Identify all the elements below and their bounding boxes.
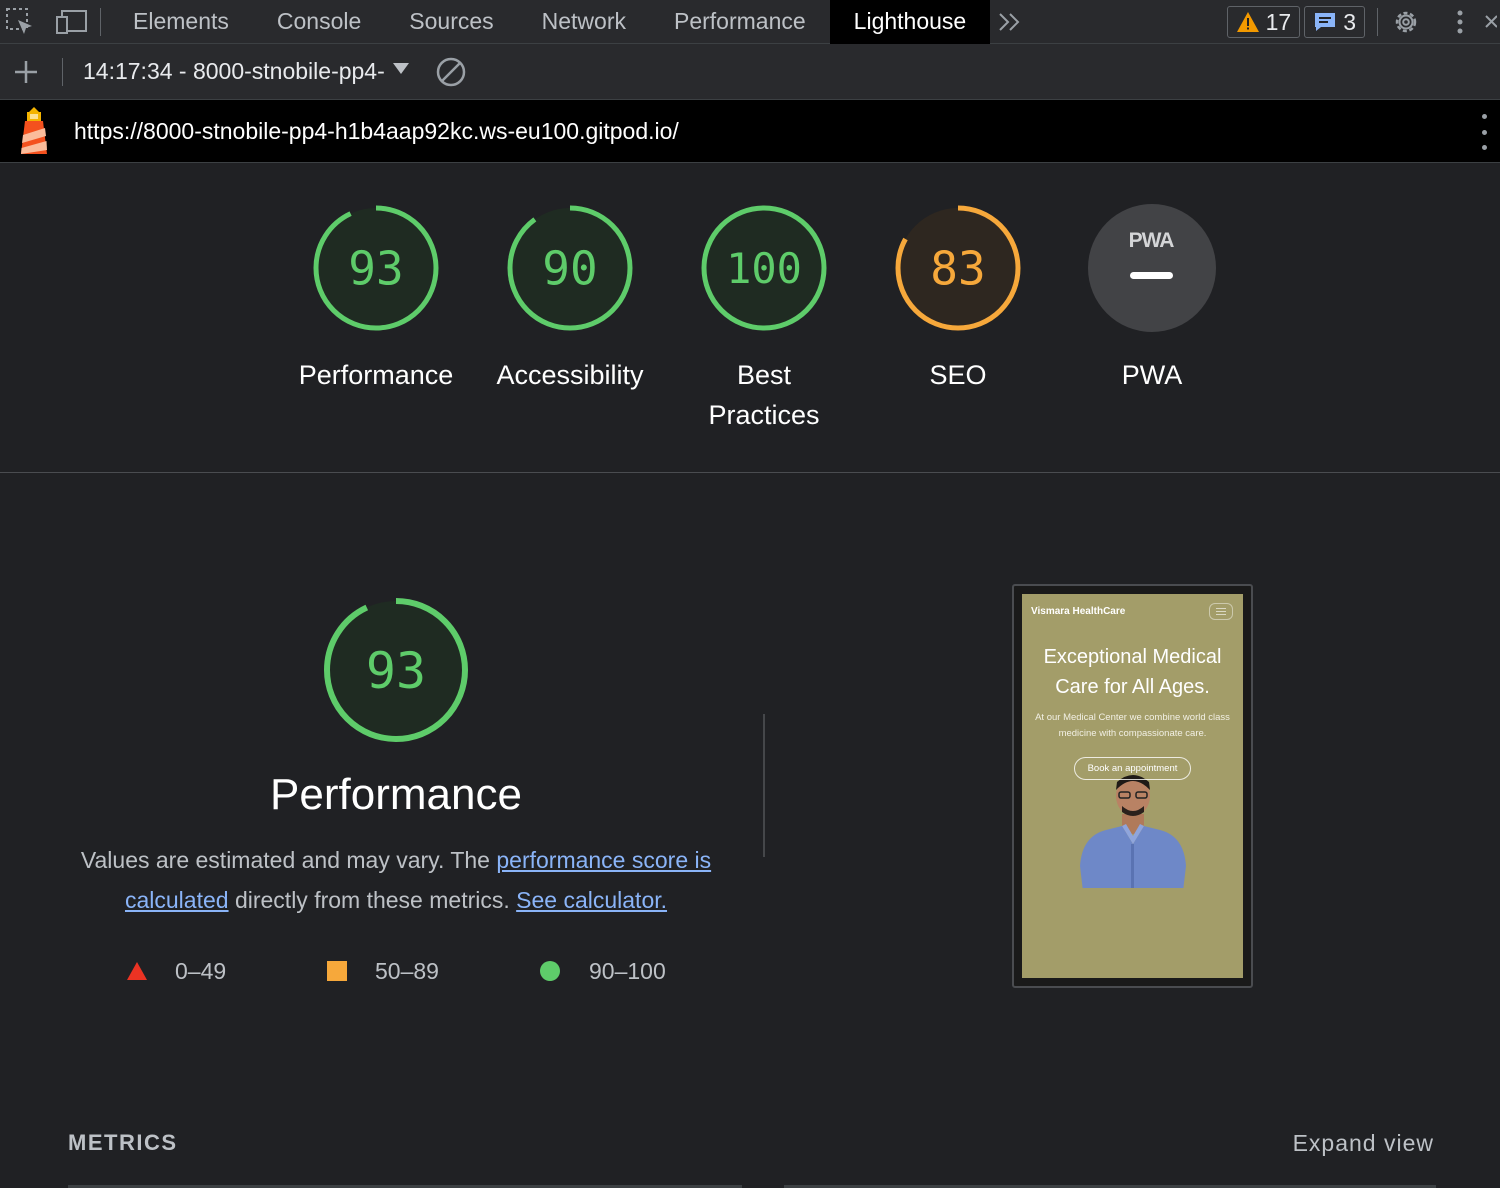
score-value: 100 (726, 244, 802, 293)
site-headline: Exceptional Medical Care for All Ages. (1043, 646, 1222, 698)
chevron-down-icon (392, 63, 409, 74)
close-devtools-icon[interactable] (1480, 0, 1500, 44)
gauge-seo[interactable]: 83 SEO (868, 203, 1048, 395)
score-value: 93 (348, 242, 403, 296)
warning-icon (1236, 12, 1259, 32)
gauge-accessibility[interactable]: 90 Accessibility (480, 203, 660, 395)
gauge-label: Best Practices (708, 360, 820, 430)
audited-url[interactable]: https://8000-stnobile-pp4-h1b4aap92kc.ws… (74, 118, 679, 145)
customize-menu-icon[interactable] (1440, 0, 1480, 44)
clear-reports-icon[interactable] (431, 50, 471, 94)
legend-pass: 90–100 (540, 956, 666, 986)
performance-large-score-ring: 93 (324, 598, 468, 742)
category-scores: 93 Performance 90 Accessibility 100 Best… (0, 163, 1500, 473)
expand-view-toggle[interactable]: Expand view (1293, 1130, 1434, 1157)
see-calculator-link[interactable]: See calculator. (516, 887, 667, 913)
settings-gear-icon[interactable] (1386, 0, 1426, 44)
section-divider (763, 714, 765, 857)
legend-fail: 0–49 (126, 956, 226, 986)
lighthouse-report-bar: 14:17:34 - 8000-stnobile-pp4- (0, 44, 1500, 100)
messages-counter[interactable]: 3 (1304, 6, 1365, 38)
report-url-bar: https://8000-stnobile-pp4-h1b4aap92kc.ws… (0, 100, 1500, 163)
seo-score-ring: 83 (895, 205, 1021, 331)
hamburger-menu-icon (1209, 603, 1233, 620)
report-selector[interactable]: 14:17:34 - 8000-stnobile-pp4- (83, 58, 409, 85)
site-subtext: At our Medical Center we combine world c… (1035, 712, 1230, 739)
legend-range: 0–49 (175, 957, 227, 984)
performance-heading: Performance (270, 770, 522, 819)
book-appointment-button: Book an appointment (1074, 757, 1191, 780)
best-practices-score-ring: 100 (701, 205, 827, 331)
toolbar-divider (1377, 8, 1378, 36)
report-menu-icon[interactable] (1478, 114, 1490, 150)
score-value: 83 (930, 242, 985, 296)
doctor-photo (1070, 775, 1196, 900)
pwa-badge-text: PWA (1129, 229, 1175, 252)
gauge-label: Performance (298, 360, 454, 390)
new-report-plus-icon[interactable] (0, 50, 52, 94)
description-text: Values are estimated and may vary. The (80, 847, 490, 873)
gauge-label: SEO (929, 360, 987, 390)
tab-elements[interactable]: Elements (109, 0, 253, 44)
toolbar-divider (62, 57, 63, 86)
legend-range: 50–89 (375, 957, 439, 984)
message-icon (1315, 13, 1336, 31)
devtools-tab-bar: Elements Console Sources Network Perform… (0, 0, 1500, 44)
score-value: 90 (542, 242, 597, 296)
score-value: 93 (366, 642, 426, 700)
legend-range: 90–100 (589, 957, 666, 984)
gauge-label: Accessibility (496, 360, 644, 390)
messages-count: 3 (1343, 8, 1356, 35)
site-brand: Vismara HealthCare (1031, 606, 1126, 617)
legend-average: 50–89 (327, 956, 439, 986)
average-square-icon (327, 961, 347, 981)
performance-description: Values are estimated and may vary. The p… (60, 840, 732, 920)
pwa-badge-icon: PWA (1088, 204, 1216, 332)
metrics-heading: METRICS (68, 1130, 178, 1155)
gauge-label: PWA (1121, 360, 1183, 390)
more-tabs-icon[interactable] (990, 0, 1030, 44)
warnings-counter[interactable]: 17 (1226, 6, 1301, 38)
description-text: directly from these metrics. (234, 887, 510, 913)
warnings-count: 17 (1265, 8, 1292, 35)
tab-console[interactable]: Console (253, 0, 385, 44)
inspect-element-icon[interactable] (0, 0, 40, 44)
fail-triangle-icon (127, 962, 147, 980)
pass-circle-icon (540, 961, 560, 981)
tab-sources[interactable]: Sources (385, 0, 517, 44)
toolbar-divider (100, 7, 101, 36)
accessibility-score-ring: 90 (507, 205, 633, 331)
tab-lighthouse[interactable]: Lighthouse (829, 0, 991, 44)
final-screenshot[interactable]: Vismara HealthCare Exceptional Medical C… (1012, 584, 1253, 988)
gauge-pwa[interactable]: PWA PWA (1062, 203, 1242, 395)
tab-network[interactable]: Network (518, 0, 650, 44)
gauge-performance[interactable]: 93 Performance (286, 203, 466, 395)
performance-score-ring: 93 (313, 205, 439, 331)
report-selector-label: 14:17:34 - 8000-stnobile-pp4- (83, 58, 385, 84)
tab-performance[interactable]: Performance (650, 0, 830, 44)
device-toolbar-icon[interactable] (52, 0, 92, 44)
gauge-best-practices[interactable]: 100 Best Practices (674, 203, 854, 435)
lighthouse-logo-icon (16, 106, 52, 156)
screenshot-page: Vismara HealthCare Exceptional Medical C… (1022, 594, 1243, 978)
